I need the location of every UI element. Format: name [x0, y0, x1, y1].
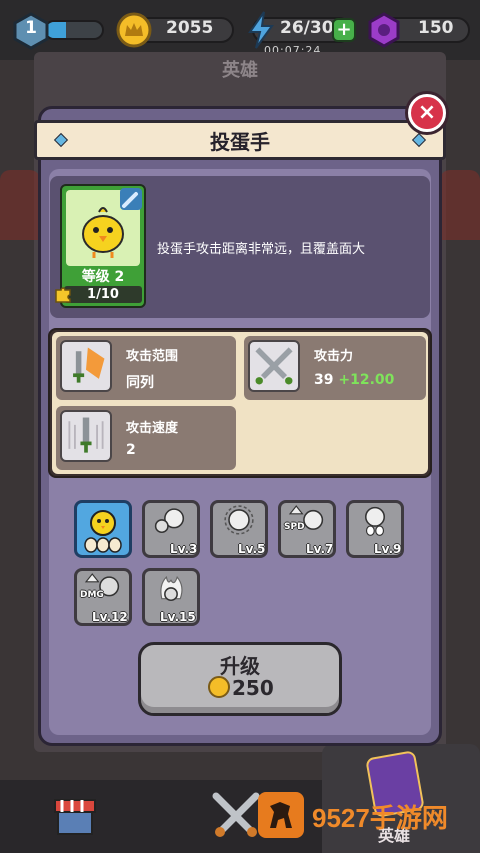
close-icon: × — [417, 100, 437, 125]
sword-badge-icon — [120, 188, 142, 210]
split-chick-icon — [154, 508, 185, 533]
shop-icon[interactable] — [52, 792, 98, 838]
multi-egg-icon — [365, 506, 385, 536]
add-energy-button[interactable]: + — [332, 18, 356, 42]
crown-coin-icon — [116, 12, 152, 48]
skill-level-lv7: Lv.7 — [306, 542, 334, 556]
skill-level-lv5: Lv.5 — [238, 542, 266, 556]
xp-bar — [44, 20, 104, 40]
upgrade-cost: 250 — [232, 676, 274, 700]
hero-description: 投蛋手攻击距离非常远，且覆盖面大 — [157, 242, 366, 257]
skill-level-lv12: Lv.12 — [92, 610, 128, 624]
watermark-text: 9527手游网 — [312, 803, 448, 833]
gem-icon — [368, 12, 400, 48]
fragment-count: 1/10 — [87, 287, 119, 302]
upgrade-label: 升级 — [220, 654, 260, 678]
gem-amount: 150 — [418, 18, 454, 38]
stat-label-range: 攻击范围 — [126, 349, 179, 364]
left-stall-decoration — [0, 170, 40, 240]
skill-tag-dmg: DMG — [80, 590, 104, 600]
stat-value-power-base: 39 — [314, 372, 334, 388]
skill-level-lv3: Lv.3 — [170, 542, 198, 556]
energy-amount: 26/30 — [280, 18, 334, 38]
skill-level-lv15: Lv.15 — [160, 610, 196, 624]
attack-range-icon — [60, 340, 112, 392]
modal-title: 投蛋手 — [210, 130, 270, 154]
player-level: 1 — [25, 18, 37, 38]
fire-chick-icon — [160, 575, 183, 601]
gear-chick-icon — [224, 505, 254, 535]
stat-value-range: 同列 — [126, 375, 154, 391]
crown-coin-icon — [208, 676, 230, 698]
stat-value-speed: 2 — [126, 442, 136, 458]
close-button[interactable]: × — [408, 94, 446, 132]
stat-value-power: 39 +12.00 — [314, 372, 394, 388]
plus-icon: + — [336, 19, 352, 40]
watermark: 9527手游网 — [258, 792, 458, 840]
gold-amount: 2055 — [166, 18, 214, 38]
watermark-horse-logo — [258, 792, 304, 838]
hero-level: 等级 2 — [81, 269, 125, 285]
puzzle-piece-icon — [55, 287, 71, 303]
skill-level-lv9: Lv.9 — [374, 542, 402, 556]
stat-value-power-bonus: +12.00 — [338, 372, 395, 388]
stat-label-speed: 攻击速度 — [126, 421, 179, 436]
hero-screen-title: 英雄 — [222, 60, 258, 81]
stat-label-power: 攻击力 — [314, 349, 354, 364]
right-stall-decoration — [440, 170, 480, 240]
skill-egg-throw[interactable] — [74, 500, 132, 558]
attack-power-icon — [248, 340, 300, 392]
weapons-tab-icon[interactable] — [210, 790, 262, 840]
skill-tag-spd: SPD — [284, 522, 305, 532]
egg-chick-icon — [84, 510, 122, 553]
attack-speed-icon — [60, 410, 112, 462]
